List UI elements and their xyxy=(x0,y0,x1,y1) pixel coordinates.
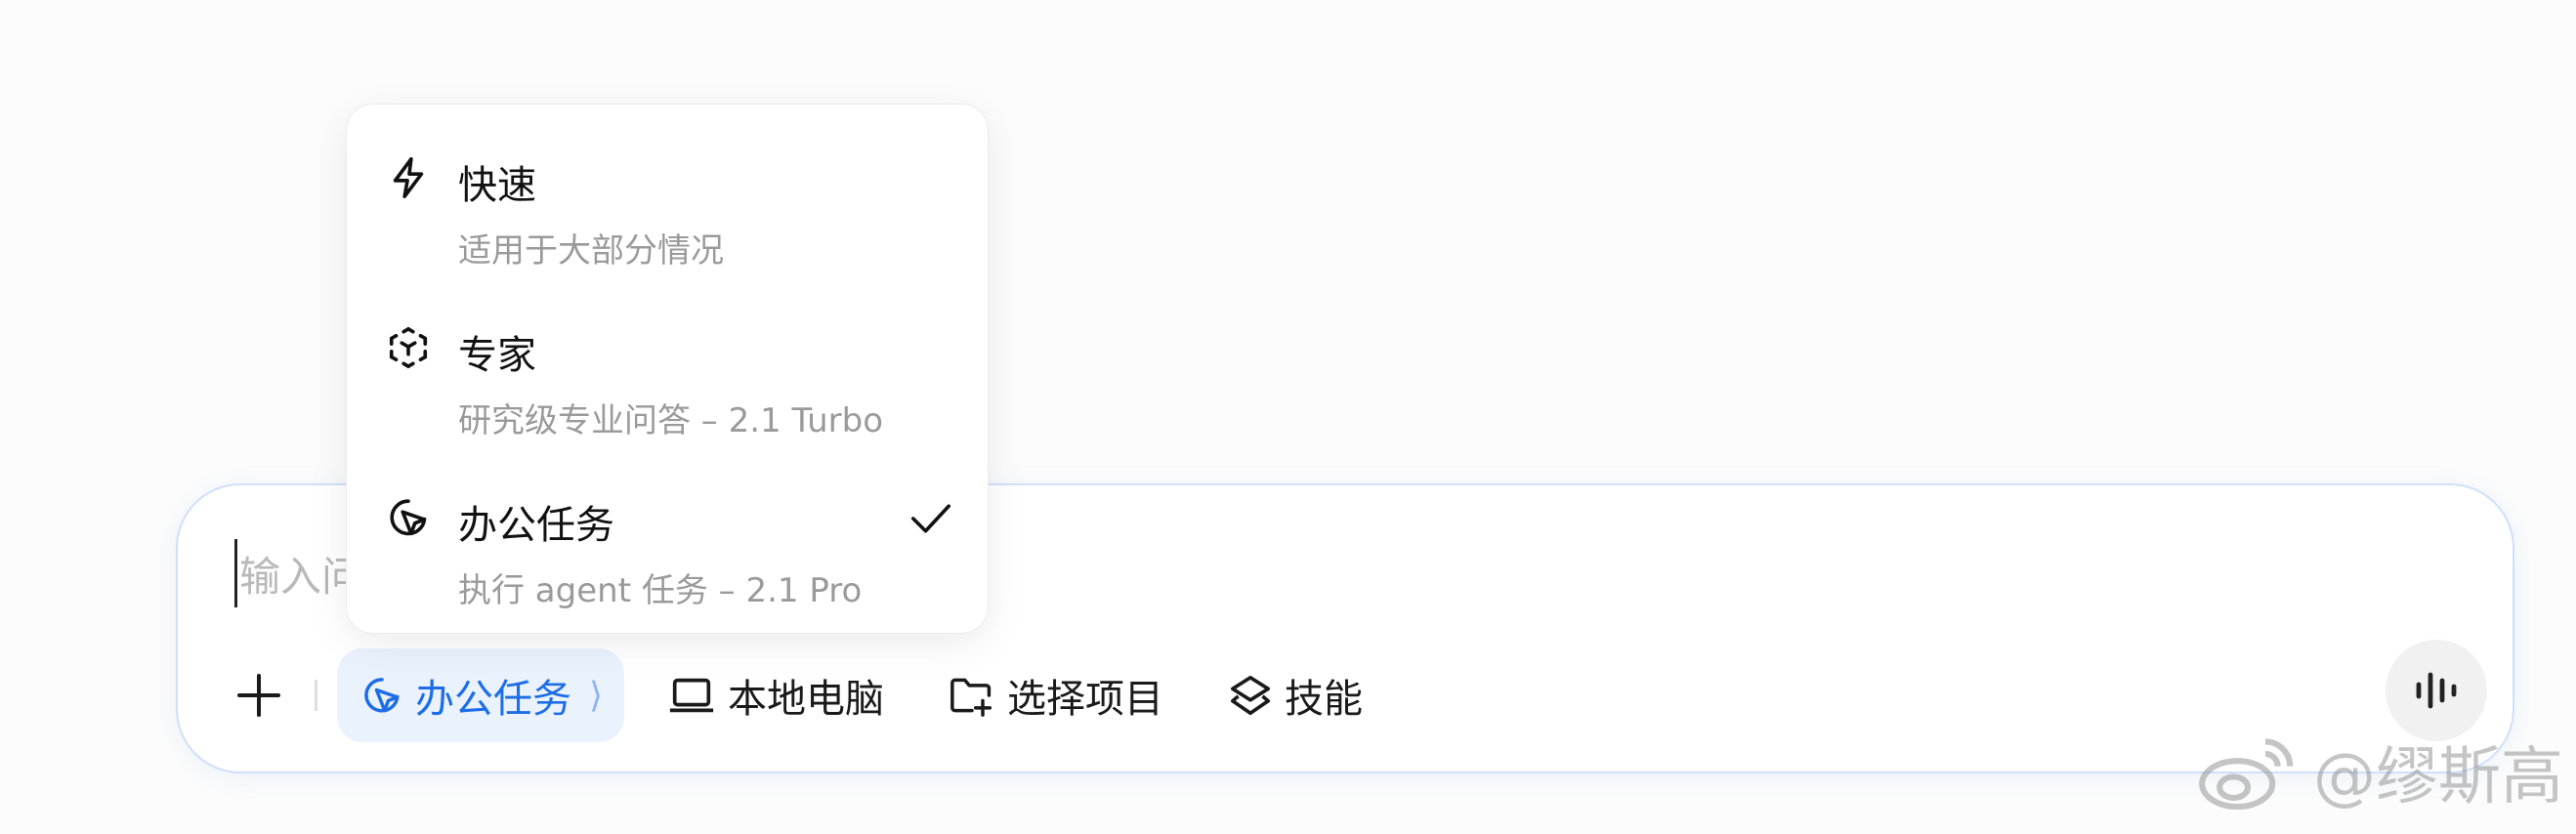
select-project-button[interactable]: 选择项目 xyxy=(927,648,1185,742)
chevron-right-icon: ⟩ xyxy=(589,675,604,716)
toolbar-divider xyxy=(315,680,317,711)
menu-item-expert[interactable]: 专家 研究级专业问答 – 2.1 Turbo xyxy=(386,306,952,440)
add-attachment-button[interactable] xyxy=(225,661,293,730)
mode-dropdown-menu: 快速 适用于大部分情况 专家 研究级专业问答 – 2.1 Turbo 办公任务 … xyxy=(346,104,989,634)
skills-button[interactable]: 技能 xyxy=(1206,648,1384,742)
plus-icon xyxy=(237,674,280,717)
voice-wave-icon xyxy=(2416,672,2457,709)
menu-item-label: 快速 xyxy=(458,163,536,208)
composer-toolbar: 办公任务 ⟩ 本地电脑 选择项目 技能 xyxy=(225,646,1384,744)
menu-item-description: 执行 agent 任务 – 2.1 Pro xyxy=(458,571,863,610)
local-computer-label: 本地电脑 xyxy=(728,677,885,722)
select-project-label: 选择项目 xyxy=(1007,677,1164,722)
skills-label: 技能 xyxy=(1285,677,1364,722)
menu-item-description: 研究级专业问答 – 2.1 Turbo xyxy=(458,401,884,440)
menu-item-office-task[interactable]: 办公任务 执行 agent 任务 – 2.1 Pro xyxy=(386,476,952,610)
cursor-click-icon xyxy=(390,499,427,536)
expert-cube-icon xyxy=(389,327,428,368)
checkmark-icon xyxy=(910,504,950,533)
watermark-text: @缪斯高 xyxy=(2313,741,2563,813)
menu-item-label: 办公任务 xyxy=(458,503,614,548)
menu-item-description: 适用于大部分情况 xyxy=(458,231,724,271)
menu-item-label: 专家 xyxy=(458,333,536,378)
cursor-click-icon xyxy=(364,678,400,713)
lightning-icon xyxy=(393,157,424,198)
menu-item-fast[interactable]: 快速 适用于大部分情况 xyxy=(386,136,952,271)
local-computer-button[interactable]: 本地电脑 xyxy=(646,648,906,742)
weibo-icon xyxy=(2199,738,2294,811)
laptop-icon xyxy=(669,678,714,713)
folder-add-icon xyxy=(950,678,992,717)
watermark: @缪斯高 xyxy=(2194,723,2563,820)
layers-icon xyxy=(1231,675,1271,716)
mode-selector-button[interactable]: 办公任务 ⟩ xyxy=(337,648,625,742)
input-placeholder: 输入问 xyxy=(239,552,363,601)
mode-chip-label: 办公任务 xyxy=(415,677,571,722)
text-caret xyxy=(234,539,237,607)
